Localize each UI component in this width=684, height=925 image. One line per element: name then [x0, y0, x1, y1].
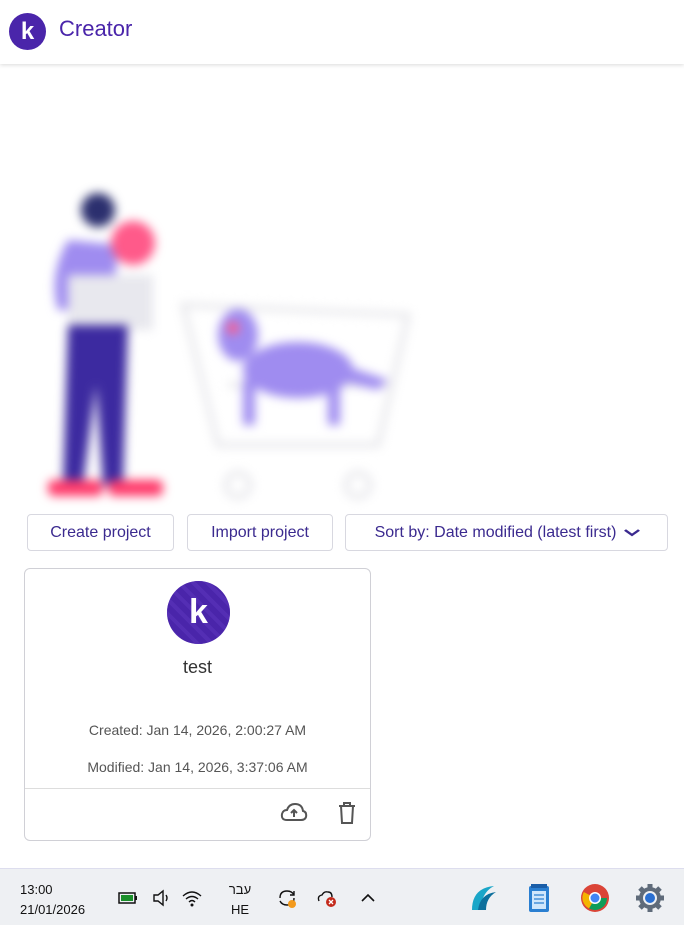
- delete-icon[interactable]: [333, 801, 361, 825]
- windows-taskbar: 13:00 21/01/2026 עבר HE: [0, 868, 684, 925]
- language-native: עבר: [228, 882, 252, 897]
- empty-state-illustration: [48, 193, 412, 500]
- app-logo[interactable]: k: [9, 13, 46, 50]
- logo-letter: k: [20, 18, 35, 45]
- sort-label: Sort by: Date modified (latest first): [374, 523, 617, 541]
- speaker-icon[interactable]: [151, 887, 173, 909]
- sync-icon[interactable]: [276, 887, 298, 909]
- sort-dropdown[interactable]: Sort by: Date modified (latest first): [345, 514, 668, 551]
- settings-icon[interactable]: [634, 882, 666, 914]
- battery-icon[interactable]: [117, 887, 139, 909]
- create-project-button[interactable]: Create project: [27, 514, 174, 551]
- onedrive-error-icon[interactable]: [316, 887, 338, 909]
- import-project-button[interactable]: Import project: [187, 514, 333, 551]
- app-wave-icon[interactable]: [468, 882, 500, 914]
- project-created: Created: Jan 14, 2026, 2:00:27 AM: [88, 722, 307, 738]
- clock-time: 13:00: [20, 882, 53, 897]
- project-name: test: [182, 657, 212, 677]
- project-card[interactable]: k test Created: Jan 14, 2026, 2:00:27 AM…: [24, 568, 371, 841]
- import-project-label: Import project: [211, 523, 309, 541]
- create-project-label: Create project: [50, 523, 151, 541]
- cloud-upload-icon[interactable]: [280, 801, 308, 825]
- app-title: Creator: [59, 16, 133, 41]
- language-code: HE: [230, 902, 250, 917]
- chrome-icon[interactable]: [579, 882, 611, 914]
- project-avatar-letter: k: [189, 593, 208, 631]
- card-divider: [25, 788, 370, 789]
- app-header: k Creator: [0, 0, 684, 64]
- notepad-icon[interactable]: [523, 882, 555, 914]
- wifi-icon[interactable]: [181, 887, 203, 909]
- clock-date: 21/01/2026: [20, 902, 86, 917]
- project-modified: Modified: Jan 14, 2026, 3:37:06 AM: [87, 759, 308, 775]
- language-indicator[interactable]: עבר HE: [227, 880, 253, 920]
- chevron-down-icon: [624, 528, 641, 536]
- chevron-up-icon[interactable]: [357, 887, 379, 909]
- project-avatar: k: [167, 581, 230, 644]
- clock[interactable]: 13:00 21/01/2026: [20, 880, 85, 920]
